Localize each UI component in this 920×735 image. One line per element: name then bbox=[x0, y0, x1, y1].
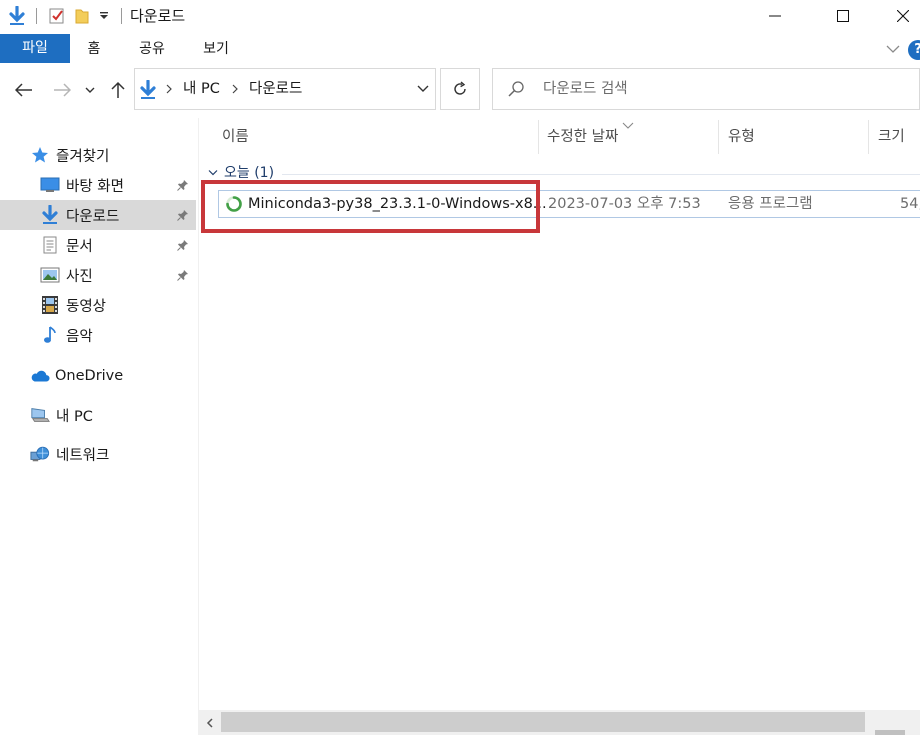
breadcrumb-downloads[interactable]: 다운로드 bbox=[249, 69, 302, 109]
customize-dropdown-icon[interactable] bbox=[96, 0, 112, 32]
sort-ascending-icon bbox=[622, 118, 634, 134]
sidebar-item-documents[interactable]: 문서 bbox=[0, 230, 196, 260]
tab-home[interactable]: 홈 bbox=[76, 35, 112, 63]
sidebar-item-pictures[interactable]: 사진 bbox=[0, 260, 196, 290]
highlight-box bbox=[201, 180, 540, 233]
sidebar-label: 사진 bbox=[66, 268, 93, 285]
group-divider bbox=[282, 174, 920, 175]
sidebar-item-downloads[interactable]: 다운로드 bbox=[0, 200, 196, 230]
computer-icon bbox=[30, 405, 50, 425]
sidebar-label: 바탕 화면 bbox=[66, 178, 124, 195]
title-bar: 다운로드 bbox=[0, 0, 920, 32]
navigation-pane: 즐겨찾기 바탕 화면 다운로드 문서 사진 동영상 음악 OneDrive 내 … bbox=[0, 118, 198, 735]
properties-check-icon[interactable] bbox=[46, 0, 68, 32]
sidebar-item-quick-access[interactable]: 즐겨찾기 bbox=[0, 140, 196, 170]
sidebar-item-videos[interactable]: 동영상 bbox=[0, 290, 196, 320]
sidebar-item-onedrive[interactable]: OneDrive bbox=[0, 361, 196, 391]
sidebar-item-network[interactable]: 네트워크 bbox=[0, 439, 196, 469]
ribbon-tabs: 파일 홈 공유 보기 bbox=[0, 32, 920, 63]
desktop-icon bbox=[40, 175, 60, 195]
horizontal-scrollbar[interactable] bbox=[199, 710, 920, 735]
tab-view[interactable]: 보기 bbox=[192, 35, 240, 63]
pane-divider[interactable] bbox=[198, 118, 199, 735]
forward-button[interactable] bbox=[48, 76, 76, 104]
breadcrumb-chevron-icon[interactable] bbox=[231, 69, 239, 109]
sidebar-label: 동영상 bbox=[66, 298, 107, 315]
pin-icon[interactable] bbox=[176, 268, 190, 282]
file-date-modified: 2023-07-03 오후 7:53 bbox=[548, 196, 701, 212]
tab-share[interactable]: 공유 bbox=[128, 35, 176, 63]
cloud-icon bbox=[30, 366, 50, 386]
document-icon bbox=[40, 235, 60, 255]
resize-corner bbox=[875, 730, 905, 735]
new-folder-icon[interactable] bbox=[72, 0, 92, 32]
title-separator bbox=[121, 8, 122, 24]
pin-icon[interactable] bbox=[176, 178, 190, 192]
address-dropdown-icon[interactable] bbox=[410, 68, 436, 110]
sidebar-item-desktop[interactable]: 바탕 화면 bbox=[0, 170, 196, 200]
star-icon bbox=[30, 145, 50, 165]
sidebar-label: 음악 bbox=[66, 328, 93, 345]
up-button[interactable] bbox=[104, 76, 132, 104]
tab-file[interactable]: 파일 bbox=[0, 34, 70, 63]
minimize-button[interactable] bbox=[752, 0, 798, 32]
search-input[interactable]: 다운로드 검색 bbox=[543, 69, 628, 109]
sidebar-label: 네트워크 bbox=[56, 447, 110, 464]
sidebar-label: 문서 bbox=[66, 238, 93, 255]
column-separator[interactable] bbox=[538, 120, 539, 154]
sidebar-label: OneDrive bbox=[55, 368, 124, 384]
pictures-icon bbox=[40, 265, 60, 285]
group-collapse-icon[interactable] bbox=[208, 169, 218, 177]
expand-ribbon-icon[interactable] bbox=[882, 38, 904, 60]
download-arrow-icon[interactable] bbox=[6, 0, 28, 32]
back-button[interactable] bbox=[10, 76, 38, 104]
recent-locations-dropdown[interactable] bbox=[80, 76, 100, 104]
video-icon bbox=[40, 295, 60, 315]
refresh-button[interactable] bbox=[440, 68, 480, 110]
breadcrumb-chevron-icon[interactable] bbox=[165, 69, 173, 109]
search-icon bbox=[507, 80, 525, 102]
sidebar-label: 다운로드 bbox=[66, 208, 120, 225]
column-header-type[interactable]: 유형 bbox=[728, 120, 755, 154]
sidebar-label: 즐겨찾기 bbox=[56, 148, 110, 165]
pin-icon[interactable] bbox=[176, 238, 190, 252]
pin-icon[interactable] bbox=[176, 208, 190, 222]
scrollbar-thumb[interactable] bbox=[221, 712, 865, 732]
maximize-button[interactable] bbox=[820, 0, 866, 32]
scroll-left-icon[interactable] bbox=[199, 710, 221, 735]
column-header-date-modified[interactable]: 수정한 날짜 bbox=[547, 120, 618, 154]
search-box[interactable]: 다운로드 검색 bbox=[492, 68, 920, 110]
title-separator bbox=[36, 8, 37, 24]
address-bar[interactable]: 내 PC 다운로드 bbox=[134, 68, 436, 110]
column-separator[interactable] bbox=[868, 120, 869, 154]
window-title: 다운로드 bbox=[130, 7, 186, 25]
file-type: 응용 프로그램 bbox=[728, 196, 813, 212]
music-icon bbox=[40, 325, 60, 345]
file-size: 54, bbox=[900, 196, 920, 212]
network-icon bbox=[30, 444, 50, 464]
group-label: 오늘 (1) bbox=[224, 165, 275, 181]
refresh-icon bbox=[454, 81, 466, 95]
column-header-size[interactable]: 크기 bbox=[878, 120, 905, 154]
sidebar-label: 내 PC bbox=[56, 408, 93, 425]
download-icon bbox=[40, 205, 60, 225]
breadcrumb-this-pc[interactable]: 내 PC bbox=[183, 69, 220, 109]
close-button[interactable] bbox=[880, 0, 920, 32]
sidebar-item-this-pc[interactable]: 내 PC bbox=[0, 400, 196, 430]
sidebar-item-music[interactable]: 음악 bbox=[0, 320, 196, 350]
column-separator[interactable] bbox=[718, 120, 719, 154]
column-header-name[interactable]: 이름 bbox=[222, 120, 249, 154]
download-location-icon bbox=[139, 79, 157, 104]
